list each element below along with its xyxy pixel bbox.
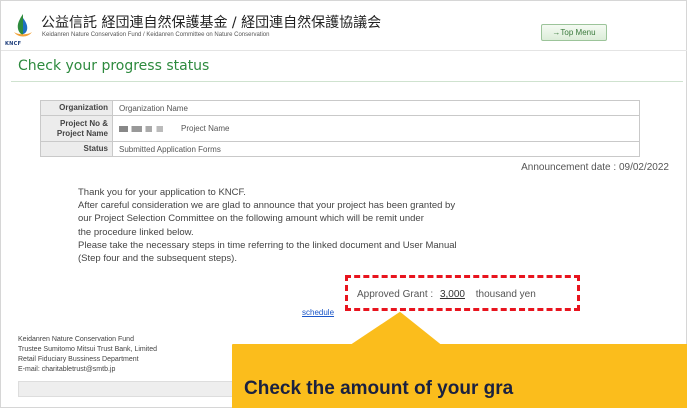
message-line: Thank you for your application to KNCF. xyxy=(78,187,246,198)
footer-contact: Keidanren Nature Conservation Fund Trust… xyxy=(18,335,157,375)
status-value: Submitted Application Forms xyxy=(112,141,640,157)
page-title: Check your progress status xyxy=(18,58,210,74)
org-name-en: Keidanren Nature Conservation Fund / Kei… xyxy=(42,32,270,38)
announcement-date: Announcement date : 09/02/2022 xyxy=(521,162,669,173)
redacted-project-number xyxy=(119,125,163,132)
message-line: the procedure linked below. xyxy=(78,226,194,238)
footer-bar xyxy=(18,381,248,397)
footer-line: Keidanren Nature Conservation Fund xyxy=(18,336,134,343)
footer-line: Retail Fiduciary Bussiness Department xyxy=(18,356,139,363)
status-label: Status xyxy=(40,141,113,157)
grant-message: Thank you for your application to KNCF. … xyxy=(78,186,528,265)
project-info-table: Organization Organization Name Project N… xyxy=(40,100,640,157)
kncf-logo-icon xyxy=(14,14,32,37)
table-row: Organization Organization Name xyxy=(40,100,640,116)
footer-line: E-mail: charitabletrust@smtb.jp xyxy=(18,366,116,373)
table-row: Status Submitted Application Forms xyxy=(40,141,640,157)
message-line: (Step four and the subsequent steps). xyxy=(78,253,237,265)
logo-caption: KNCF xyxy=(5,41,22,47)
top-menu-button[interactable]: →Top Menu xyxy=(541,24,607,41)
grant-highlight-box xyxy=(345,275,580,311)
table-row: Project No & Project Name Project Name xyxy=(40,115,640,142)
organization-value: Organization Name xyxy=(112,100,640,116)
project-label: Project No & Project Name xyxy=(40,115,113,142)
project-value-cell: Project Name xyxy=(112,115,640,142)
title-divider xyxy=(11,81,683,82)
callout-text: Check the amount of your gra xyxy=(244,378,514,399)
site-header: KNCF 公益信託 経団連自然保護基金 / 経団連自然保護協議会 Keidanr… xyxy=(1,1,687,51)
message-line: After careful consideration we are glad … xyxy=(78,200,456,212)
org-name-jp: 公益信託 経団連自然保護基金 / 経団連自然保護協議会 xyxy=(41,15,382,31)
page-frame: KNCF 公益信託 経団連自然保護基金 / 経団連自然保護協議会 Keidanr… xyxy=(0,0,687,408)
schedule-link[interactable]: schedule xyxy=(302,308,334,317)
organization-label: Organization xyxy=(40,100,113,116)
footer-line: Trustee Sumitomo Mitsui Trust Bank, Limi… xyxy=(18,346,158,353)
message-line: our Project Selection Committee on the f… xyxy=(78,213,424,225)
message-line: Please take the necessary steps in time … xyxy=(78,239,457,251)
project-name-value: Project Name xyxy=(181,124,230,133)
